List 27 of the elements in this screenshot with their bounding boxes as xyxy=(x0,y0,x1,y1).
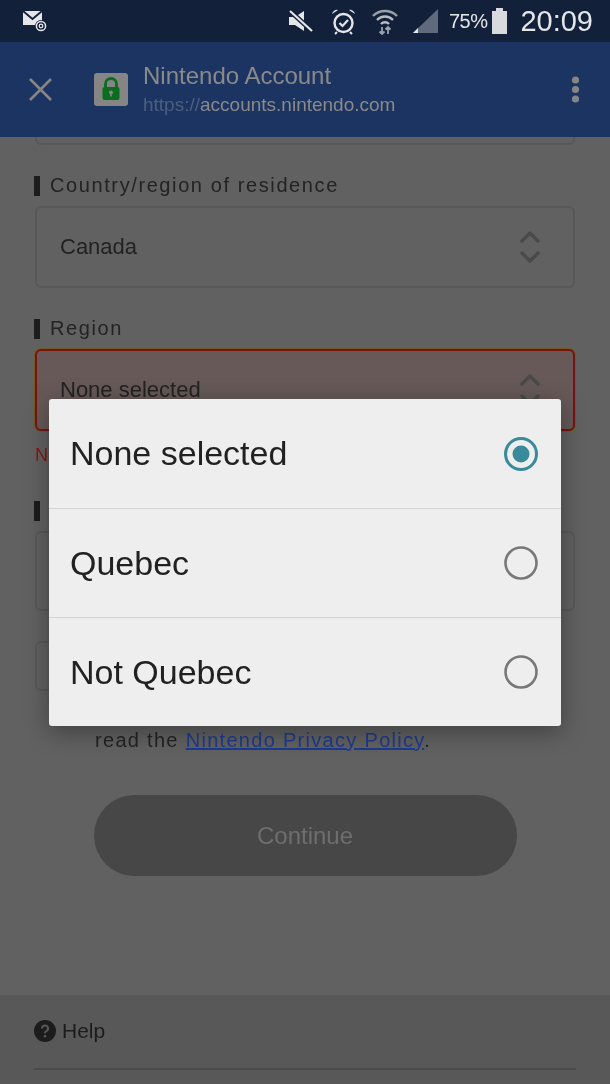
close-icon[interactable] xyxy=(28,77,53,102)
option-item[interactable]: Quebec xyxy=(49,508,561,617)
input-field[interactable] xyxy=(35,137,575,145)
error-text: N xyxy=(35,445,48,465)
label-marker-icon xyxy=(34,500,40,521)
select-field[interactable]: Canada xyxy=(35,206,575,288)
battery-icon xyxy=(492,8,508,34)
field-label: Region xyxy=(50,318,123,339)
more-options-icon[interactable] xyxy=(571,76,580,103)
alarm-clock-icon xyxy=(329,7,357,35)
help-icon[interactable] xyxy=(34,1019,56,1042)
page-title: Nintendo Account xyxy=(143,62,333,90)
privacy-policy-link[interactable]: Nintendo Privacy Policy xyxy=(185,729,425,751)
email-icon xyxy=(22,9,48,33)
help-link[interactable]: Help xyxy=(62,1018,106,1043)
field-label: Country/region of residence xyxy=(50,175,339,196)
option-item[interactable]: Not Quebec xyxy=(49,617,561,726)
signal-icon xyxy=(411,8,439,34)
battery-percent: 75% xyxy=(448,9,488,33)
wifi-icon xyxy=(370,7,399,35)
padlock-icon xyxy=(94,73,128,106)
clock-time: 20:09 xyxy=(520,4,593,38)
mute-icon xyxy=(286,9,314,33)
up-down-chevron-icon xyxy=(519,229,541,265)
consent-text: read the Nintendo Privacy Policy. xyxy=(95,728,433,752)
label-marker-icon xyxy=(34,175,40,196)
label-marker-icon xyxy=(34,318,40,339)
